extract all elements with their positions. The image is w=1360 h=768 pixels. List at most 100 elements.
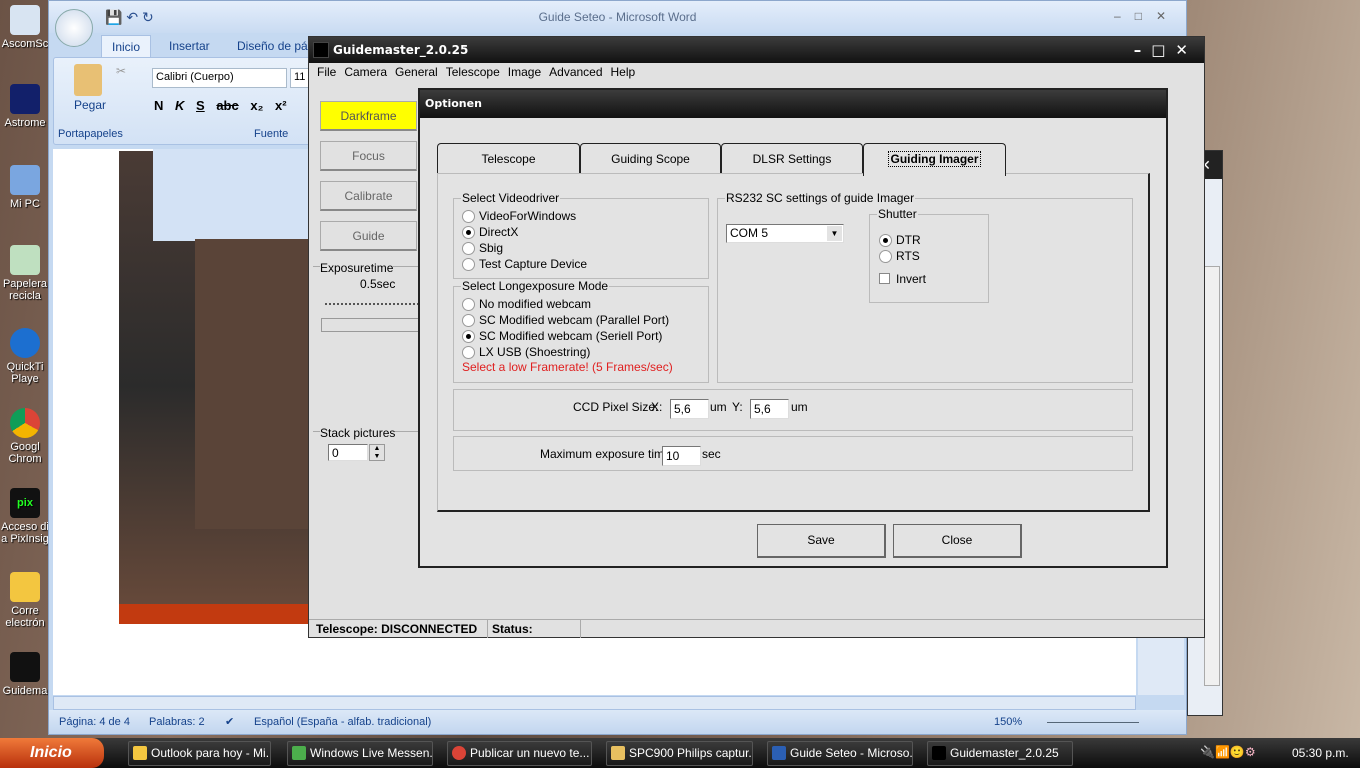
desktop-icon[interactable]: QuickTi Playe <box>0 328 50 385</box>
pixel-y-input[interactable]: 5,6 <box>750 399 789 419</box>
desktop-icon[interactable]: Corre electrón <box>0 572 50 629</box>
focus-button[interactable]: Focus <box>320 141 417 171</box>
tab-dlsr-settings[interactable]: DLSR Settings <box>721 143 863 174</box>
spellcheck-icon[interactable]: ✔ <box>225 710 234 734</box>
quick-access-toolbar[interactable]: 💾 ↶ ↻ <box>105 9 154 26</box>
taskbar-item[interactable]: SPC900 Philips captur... <box>606 741 753 766</box>
radio-parallel[interactable]: SC Modified webcam (Parallel Port) <box>462 313 669 327</box>
shutter-group: Shutter DTR RTS Invert <box>869 207 989 303</box>
radio-sbig[interactable]: Sbig <box>462 241 503 255</box>
exposure-group: Exposuretime 0.5sec <box>313 261 419 346</box>
stack-input[interactable]: 0 <box>328 444 368 461</box>
desktop-icon[interactable]: Guidema <box>0 652 50 697</box>
embedded-taskbar <box>119 604 309 624</box>
pixel-size-label: CCD Pixel Size: <box>573 400 659 414</box>
menu-help[interactable]: Help <box>607 63 640 81</box>
videodriver-group: Select Videodriver VideoForWindows Direc… <box>453 191 709 279</box>
desktop-icon[interactable]: Astrome <box>0 84 50 129</box>
menu-telescope[interactable]: Telescope <box>442 63 504 81</box>
desktop-icon[interactable]: pix Acceso di a PixInsig <box>0 488 50 545</box>
clipboard-group-label: Portapapeles <box>58 128 123 140</box>
desktop-icon[interactable]: Mi PC <box>0 165 50 210</box>
office-button[interactable] <box>55 9 93 47</box>
taskbar-item[interactable]: Guidemaster_2.0.25 <box>927 741 1073 766</box>
dialog-title: Optionen <box>420 90 1166 118</box>
folder-icon <box>611 746 625 760</box>
radio-directx[interactable]: DirectX <box>462 225 518 239</box>
taskbar-item[interactable]: Windows Live Messen... <box>287 741 433 766</box>
rs232-label: RS232 SC settings of guide Imager <box>725 191 916 205</box>
stack-label: Stack pictures <box>320 426 396 440</box>
paste-button[interactable]: Pegar <box>74 98 106 112</box>
darkframe-button[interactable]: Darkframe <box>320 101 417 131</box>
font-name-select[interactable]: Calibri (Cuerpo) <box>152 68 287 88</box>
invert-checkbox[interactable] <box>879 273 890 284</box>
embedded-desktop <box>195 239 313 529</box>
radio-seriell[interactable]: SC Modified webcam (Seriell Port) <box>462 329 662 343</box>
tab-guiding-scope[interactable]: Guiding Scope <box>580 143 721 174</box>
start-button[interactable]: Inicio <box>0 738 104 768</box>
menu-general[interactable]: General <box>391 63 442 81</box>
max-exposure-input[interactable]: 10 <box>662 446 701 466</box>
strike-button[interactable]: abc <box>216 98 238 113</box>
tab-guiding-imager[interactable]: Guiding Imager <box>863 143 1006 176</box>
com-port-select[interactable]: COM 5 ▼ <box>726 224 844 243</box>
desktop-icon[interactable]: AscomSc <box>0 5 50 50</box>
chevron-down-icon[interactable]: ▼ <box>827 226 842 241</box>
desktop-icon[interactable]: Googl Chrom <box>0 408 50 465</box>
status-bar: Telescope: DISCONNECTED Status: <box>309 619 1204 638</box>
bold-button[interactable]: N <box>154 98 163 113</box>
menu-advanced[interactable]: Advanced <box>545 63 606 81</box>
superscript-button[interactable]: x² <box>275 98 287 113</box>
font-size-select[interactable]: 11 <box>290 68 310 88</box>
pixel-x-input[interactable]: 5,6 <box>670 399 709 419</box>
radio-test-capture[interactable]: Test Capture Device <box>462 257 587 271</box>
horizontal-scrollbar[interactable] <box>53 696 1136 710</box>
calibrate-button[interactable]: Calibrate <box>320 181 417 211</box>
word-count: Palabras: 2 <box>149 716 205 728</box>
taskbar-item[interactable]: Publicar un nuevo te... <box>447 741 592 766</box>
tab-panel: Select Videodriver VideoForWindows Direc… <box>437 173 1150 512</box>
tray-icons[interactable]: 🔌📶🙂⚙ <box>1200 745 1276 761</box>
italic-button[interactable]: K <box>175 98 184 113</box>
close-button[interactable]: Close <box>893 524 1022 558</box>
outlook-icon <box>133 746 147 760</box>
cut-icon[interactable]: ✂ <box>116 64 126 78</box>
language[interactable]: Español (España - alfab. tradicional) <box>254 710 431 734</box>
videodriver-label: Select Videodriver <box>461 191 561 205</box>
window-controls[interactable]: –□✕ <box>1114 9 1180 23</box>
status-bar: Página: 4 de 4 Palabras: 2 ✔ Español (Es… <box>49 710 1186 734</box>
radio-rts[interactable]: RTS <box>879 249 920 263</box>
zoom-level[interactable]: 150% <box>994 710 1022 734</box>
window-controls[interactable]: –□✕ <box>1134 37 1198 63</box>
tab-telescope[interactable]: Telescope <box>437 143 580 174</box>
scrollbar[interactable] <box>1204 266 1220 686</box>
menu-bar: File Camera General Telescope Image Advanced H… <box>309 63 1204 83</box>
subscript-button[interactable]: x₂ <box>250 98 263 113</box>
longexposure-label: Select Longexposure Mode <box>461 279 610 293</box>
guide-button[interactable]: Guide <box>320 221 417 251</box>
max-exposure-row: Maximum exposure time: 10 sec <box>453 436 1133 471</box>
save-button[interactable]: Save <box>757 524 886 558</box>
radio-dtr[interactable]: DTR <box>879 233 921 247</box>
radio-lx-usb[interactable]: LX USB (Shoestring) <box>462 345 590 359</box>
underline-button[interactable]: S <box>196 98 205 113</box>
taskbar-item[interactable]: Guide Seteo - Microso... <box>767 741 913 766</box>
font-group-label: Fuente <box>254 128 289 140</box>
format-buttons[interactable]: N K S abc x₂ x² <box>154 98 287 113</box>
menu-file[interactable]: File <box>313 63 340 81</box>
exposure-slider[interactable] <box>325 295 419 305</box>
exposure-progress <box>321 318 419 332</box>
messenger-icon <box>292 746 306 760</box>
taskbar-item[interactable]: Outlook para hoy - Mi... <box>128 741 271 766</box>
pixel-x-label: X: <box>651 400 663 414</box>
radio-no-modified[interactable]: No modified webcam <box>462 297 591 311</box>
zoom-slider[interactable] <box>1033 715 1153 729</box>
tab-inicio[interactable]: Inicio <box>101 35 152 57</box>
menu-image[interactable]: Image <box>504 63 545 81</box>
radio-videoforwindows[interactable]: VideoForWindows <box>462 209 576 223</box>
desktop-icon[interactable]: Papelera recicla <box>0 245 50 302</box>
stack-spinner[interactable]: ▲ ▼ <box>369 444 385 461</box>
menu-camera[interactable]: Camera <box>340 63 391 81</box>
tab-insertar[interactable]: Insertar <box>159 35 220 57</box>
